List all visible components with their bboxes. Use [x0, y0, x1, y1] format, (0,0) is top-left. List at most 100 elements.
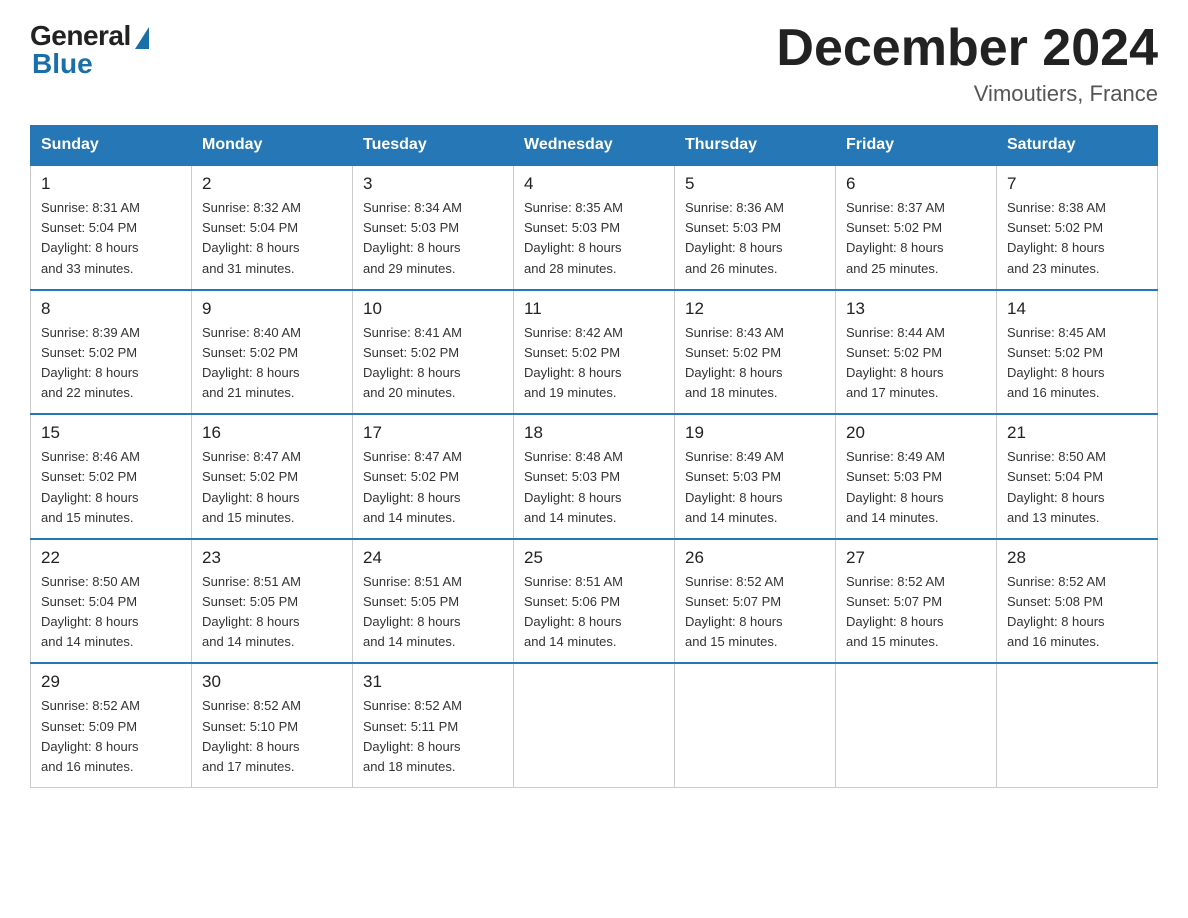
day-number: 2: [202, 174, 342, 194]
calendar-cell: 29 Sunrise: 8:52 AMSunset: 5:09 PMDaylig…: [31, 663, 192, 787]
day-info: Sunrise: 8:46 AMSunset: 5:02 PMDaylight:…: [41, 447, 181, 528]
day-info: Sunrise: 8:52 AMSunset: 5:08 PMDaylight:…: [1007, 572, 1147, 653]
day-info: Sunrise: 8:52 AMSunset: 5:07 PMDaylight:…: [685, 572, 825, 653]
calendar-body: 1 Sunrise: 8:31 AMSunset: 5:04 PMDayligh…: [31, 165, 1158, 787]
day-info: Sunrise: 8:43 AMSunset: 5:02 PMDaylight:…: [685, 323, 825, 404]
day-info: Sunrise: 8:31 AMSunset: 5:04 PMDaylight:…: [41, 198, 181, 279]
calendar-cell: 1 Sunrise: 8:31 AMSunset: 5:04 PMDayligh…: [31, 165, 192, 290]
calendar-cell: 5 Sunrise: 8:36 AMSunset: 5:03 PMDayligh…: [675, 165, 836, 290]
day-number: 30: [202, 672, 342, 692]
calendar-cell: 14 Sunrise: 8:45 AMSunset: 5:02 PMDaylig…: [997, 290, 1158, 415]
calendar-cell: 13 Sunrise: 8:44 AMSunset: 5:02 PMDaylig…: [836, 290, 997, 415]
calendar-cell: [836, 663, 997, 787]
day-number: 31: [363, 672, 503, 692]
calendar-cell: 24 Sunrise: 8:51 AMSunset: 5:05 PMDaylig…: [353, 539, 514, 664]
calendar-table: SundayMondayTuesdayWednesdayThursdayFrid…: [30, 125, 1158, 788]
day-number: 12: [685, 299, 825, 319]
day-info: Sunrise: 8:38 AMSunset: 5:02 PMDaylight:…: [1007, 198, 1147, 279]
day-info: Sunrise: 8:42 AMSunset: 5:02 PMDaylight:…: [524, 323, 664, 404]
day-number: 27: [846, 548, 986, 568]
calendar-cell: 9 Sunrise: 8:40 AMSunset: 5:02 PMDayligh…: [192, 290, 353, 415]
page-header: General Blue December 2024 Vimoutiers, F…: [30, 20, 1158, 107]
day-number: 13: [846, 299, 986, 319]
day-info: Sunrise: 8:45 AMSunset: 5:02 PMDaylight:…: [1007, 323, 1147, 404]
day-info: Sunrise: 8:47 AMSunset: 5:02 PMDaylight:…: [202, 447, 342, 528]
calendar-cell: 2 Sunrise: 8:32 AMSunset: 5:04 PMDayligh…: [192, 165, 353, 290]
day-info: Sunrise: 8:34 AMSunset: 5:03 PMDaylight:…: [363, 198, 503, 279]
week-row-4: 22 Sunrise: 8:50 AMSunset: 5:04 PMDaylig…: [31, 539, 1158, 664]
calendar-cell: 10 Sunrise: 8:41 AMSunset: 5:02 PMDaylig…: [353, 290, 514, 415]
calendar-cell: 11 Sunrise: 8:42 AMSunset: 5:02 PMDaylig…: [514, 290, 675, 415]
header-cell-wednesday: Wednesday: [514, 126, 675, 166]
header-cell-sunday: Sunday: [31, 126, 192, 166]
day-number: 19: [685, 423, 825, 443]
day-number: 24: [363, 548, 503, 568]
month-title: December 2024: [776, 20, 1158, 77]
week-row-5: 29 Sunrise: 8:52 AMSunset: 5:09 PMDaylig…: [31, 663, 1158, 787]
header-cell-tuesday: Tuesday: [353, 126, 514, 166]
day-number: 8: [41, 299, 181, 319]
calendar-cell: 18 Sunrise: 8:48 AMSunset: 5:03 PMDaylig…: [514, 414, 675, 539]
day-info: Sunrise: 8:52 AMSunset: 5:09 PMDaylight:…: [41, 696, 181, 777]
calendar-cell: 12 Sunrise: 8:43 AMSunset: 5:02 PMDaylig…: [675, 290, 836, 415]
day-info: Sunrise: 8:39 AMSunset: 5:02 PMDaylight:…: [41, 323, 181, 404]
calendar-cell: 16 Sunrise: 8:47 AMSunset: 5:02 PMDaylig…: [192, 414, 353, 539]
logo: General Blue: [30, 20, 149, 80]
calendar-cell: 3 Sunrise: 8:34 AMSunset: 5:03 PMDayligh…: [353, 165, 514, 290]
day-info: Sunrise: 8:52 AMSunset: 5:10 PMDaylight:…: [202, 696, 342, 777]
location-label: Vimoutiers, France: [776, 81, 1158, 107]
day-info: Sunrise: 8:40 AMSunset: 5:02 PMDaylight:…: [202, 323, 342, 404]
calendar-cell: 30 Sunrise: 8:52 AMSunset: 5:10 PMDaylig…: [192, 663, 353, 787]
day-number: 3: [363, 174, 503, 194]
week-row-3: 15 Sunrise: 8:46 AMSunset: 5:02 PMDaylig…: [31, 414, 1158, 539]
calendar-cell: 8 Sunrise: 8:39 AMSunset: 5:02 PMDayligh…: [31, 290, 192, 415]
calendar-cell: 26 Sunrise: 8:52 AMSunset: 5:07 PMDaylig…: [675, 539, 836, 664]
header-cell-thursday: Thursday: [675, 126, 836, 166]
day-info: Sunrise: 8:47 AMSunset: 5:02 PMDaylight:…: [363, 447, 503, 528]
calendar-cell: 27 Sunrise: 8:52 AMSunset: 5:07 PMDaylig…: [836, 539, 997, 664]
day-info: Sunrise: 8:51 AMSunset: 5:05 PMDaylight:…: [363, 572, 503, 653]
calendar-cell: 31 Sunrise: 8:52 AMSunset: 5:11 PMDaylig…: [353, 663, 514, 787]
day-info: Sunrise: 8:50 AMSunset: 5:04 PMDaylight:…: [1007, 447, 1147, 528]
calendar-cell: 25 Sunrise: 8:51 AMSunset: 5:06 PMDaylig…: [514, 539, 675, 664]
day-number: 15: [41, 423, 181, 443]
day-number: 7: [1007, 174, 1147, 194]
day-info: Sunrise: 8:32 AMSunset: 5:04 PMDaylight:…: [202, 198, 342, 279]
calendar-cell: 28 Sunrise: 8:52 AMSunset: 5:08 PMDaylig…: [997, 539, 1158, 664]
calendar-header: SundayMondayTuesdayWednesdayThursdayFrid…: [31, 126, 1158, 166]
day-info: Sunrise: 8:37 AMSunset: 5:02 PMDaylight:…: [846, 198, 986, 279]
day-info: Sunrise: 8:41 AMSunset: 5:02 PMDaylight:…: [363, 323, 503, 404]
day-number: 5: [685, 174, 825, 194]
header-cell-monday: Monday: [192, 126, 353, 166]
day-number: 14: [1007, 299, 1147, 319]
day-number: 28: [1007, 548, 1147, 568]
day-info: Sunrise: 8:49 AMSunset: 5:03 PMDaylight:…: [685, 447, 825, 528]
day-number: 17: [363, 423, 503, 443]
day-number: 25: [524, 548, 664, 568]
calendar-cell: 6 Sunrise: 8:37 AMSunset: 5:02 PMDayligh…: [836, 165, 997, 290]
day-info: Sunrise: 8:36 AMSunset: 5:03 PMDaylight:…: [685, 198, 825, 279]
day-info: Sunrise: 8:48 AMSunset: 5:03 PMDaylight:…: [524, 447, 664, 528]
day-info: Sunrise: 8:51 AMSunset: 5:05 PMDaylight:…: [202, 572, 342, 653]
day-info: Sunrise: 8:50 AMSunset: 5:04 PMDaylight:…: [41, 572, 181, 653]
day-info: Sunrise: 8:35 AMSunset: 5:03 PMDaylight:…: [524, 198, 664, 279]
calendar-cell: 15 Sunrise: 8:46 AMSunset: 5:02 PMDaylig…: [31, 414, 192, 539]
day-number: 1: [41, 174, 181, 194]
day-number: 18: [524, 423, 664, 443]
logo-blue-text: Blue: [32, 48, 93, 80]
day-number: 29: [41, 672, 181, 692]
calendar-cell: [997, 663, 1158, 787]
day-number: 6: [846, 174, 986, 194]
calendar-cell: 17 Sunrise: 8:47 AMSunset: 5:02 PMDaylig…: [353, 414, 514, 539]
day-info: Sunrise: 8:44 AMSunset: 5:02 PMDaylight:…: [846, 323, 986, 404]
header-row: SundayMondayTuesdayWednesdayThursdayFrid…: [31, 126, 1158, 166]
day-number: 4: [524, 174, 664, 194]
header-cell-friday: Friday: [836, 126, 997, 166]
day-info: Sunrise: 8:52 AMSunset: 5:07 PMDaylight:…: [846, 572, 986, 653]
day-info: Sunrise: 8:52 AMSunset: 5:11 PMDaylight:…: [363, 696, 503, 777]
week-row-2: 8 Sunrise: 8:39 AMSunset: 5:02 PMDayligh…: [31, 290, 1158, 415]
calendar-cell: [675, 663, 836, 787]
calendar-cell: [514, 663, 675, 787]
logo-triangle-icon: [135, 27, 149, 49]
calendar-cell: 19 Sunrise: 8:49 AMSunset: 5:03 PMDaylig…: [675, 414, 836, 539]
